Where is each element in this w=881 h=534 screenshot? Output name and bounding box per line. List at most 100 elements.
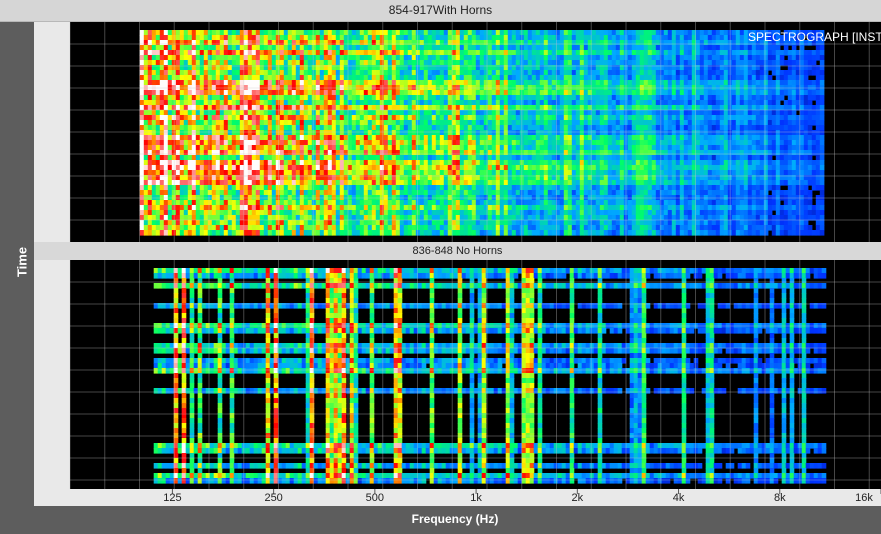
heatmap-cell: [379, 160, 385, 166]
heatmap-cell: [383, 150, 389, 156]
heatmap-cell: [263, 170, 269, 176]
heatmap-cell: [643, 95, 649, 101]
heatmap-cell: [595, 60, 601, 66]
heatmap-cell: [731, 80, 737, 86]
heatmap-cell: [247, 100, 253, 106]
heatmap-cell: [439, 45, 445, 51]
heatmap-cell: [743, 95, 749, 101]
heatmap-cell: [439, 60, 445, 66]
heatmap-cell: [627, 160, 633, 166]
heatmap-cell: [511, 35, 517, 41]
heatmap-cell: [631, 140, 637, 146]
heatmap-cell: [647, 90, 653, 96]
heatmap-cell: [179, 80, 185, 86]
heatmap-cell: [319, 60, 325, 66]
heatmap-cell: [603, 135, 609, 141]
heatmap-cell: [143, 120, 149, 126]
heatmap-cell: [139, 140, 145, 146]
heatmap-cell: [367, 30, 373, 36]
heatmap-cell: [307, 90, 313, 96]
heatmap-cell: [619, 110, 625, 116]
heatmap-cell: [759, 140, 765, 146]
heatmap-cell: [315, 110, 321, 116]
heatmap-cell: [243, 145, 249, 151]
heatmap-cell: [427, 135, 433, 141]
heatmap-cell: [315, 70, 321, 76]
heatmap-cell: [811, 160, 817, 166]
heatmap-cell: [163, 30, 169, 36]
heatmap-cell: [563, 95, 569, 101]
heatmap-cell: [671, 45, 677, 51]
heatmap-cell: [471, 155, 477, 161]
heatmap-cell: [615, 125, 621, 131]
heatmap-cell: [803, 170, 809, 176]
heatmap-cell: [499, 45, 505, 51]
heatmap-cell: [599, 125, 605, 131]
heatmap-cell: [295, 80, 301, 86]
heatmap-cell: [635, 110, 641, 116]
heatmap-cell: [159, 120, 165, 126]
heatmap-cell: [543, 75, 549, 81]
heatmap-cell: [139, 100, 145, 106]
heatmap-cell: [639, 35, 645, 41]
heatmap-cell: [543, 125, 549, 131]
heatmap-cell: [227, 45, 233, 51]
heatmap-cell: [323, 50, 329, 56]
heatmap-cell: [719, 90, 725, 96]
heatmap-cell: [531, 80, 537, 86]
heatmap-cell: [523, 160, 529, 166]
heatmap-cell: [419, 50, 425, 56]
heatmap-cell: [279, 110, 285, 116]
heatmap-cell: [299, 45, 305, 51]
heatmap-cell: [191, 55, 197, 61]
heatmap-cell: [295, 45, 301, 51]
heatmap-cell: [443, 110, 449, 116]
heatmap-cell: [199, 45, 205, 51]
heatmap-cell: [551, 90, 557, 96]
heatmap-cell: [147, 140, 153, 146]
heatmap-cell: [591, 75, 597, 81]
heatmap-cell: [483, 140, 489, 146]
heatmap-cell: [339, 35, 345, 41]
heatmap-cell: [315, 120, 321, 126]
heatmap-cell: [711, 35, 717, 41]
heatmap-cell: [163, 145, 169, 151]
heatmap-cell: [563, 90, 569, 96]
heatmap-cell: [591, 115, 597, 121]
heatmap-cell: [367, 115, 373, 121]
heatmap-cell: [291, 100, 297, 106]
heatmap-cell: [147, 95, 153, 101]
heatmap-cell: [287, 170, 293, 176]
heatmap-cell: [251, 40, 257, 46]
heatmap-cell: [207, 70, 213, 76]
heatmap-cell: [667, 130, 673, 136]
heatmap-cell: [279, 160, 285, 166]
heatmap-cell: [223, 155, 229, 161]
heatmap-cell: [315, 125, 321, 131]
heatmap-cell: [803, 110, 809, 116]
heatmap-cell: [743, 120, 749, 126]
heatmap-cell: [803, 115, 809, 121]
heatmap-cell: [531, 45, 537, 51]
heatmap-cell: [523, 100, 529, 106]
heatmap-cell: [383, 145, 389, 151]
heatmap-cell: [423, 90, 429, 96]
heatmap-cell: [667, 70, 673, 76]
heatmap-cell: [251, 140, 257, 146]
heatmap-cell: [779, 70, 785, 76]
heatmap-cell: [203, 55, 209, 61]
heatmap-cell: [783, 50, 789, 56]
heatmap-cell: [719, 145, 725, 151]
heatmap-cell: [291, 130, 297, 136]
heatmap-cell: [703, 30, 709, 36]
heatmap-cell: [559, 165, 565, 171]
heatmap-cell: [719, 50, 725, 56]
heatmap-cell: [423, 140, 429, 146]
heatmap-cell: [799, 50, 805, 56]
heatmap-cell: [463, 75, 469, 81]
heatmap-cell: [719, 75, 725, 81]
heatmap-cell: [575, 135, 581, 141]
heatmap-cell: [747, 80, 753, 86]
heatmap-cell: [375, 50, 381, 56]
heatmap-cell: [683, 60, 689, 66]
